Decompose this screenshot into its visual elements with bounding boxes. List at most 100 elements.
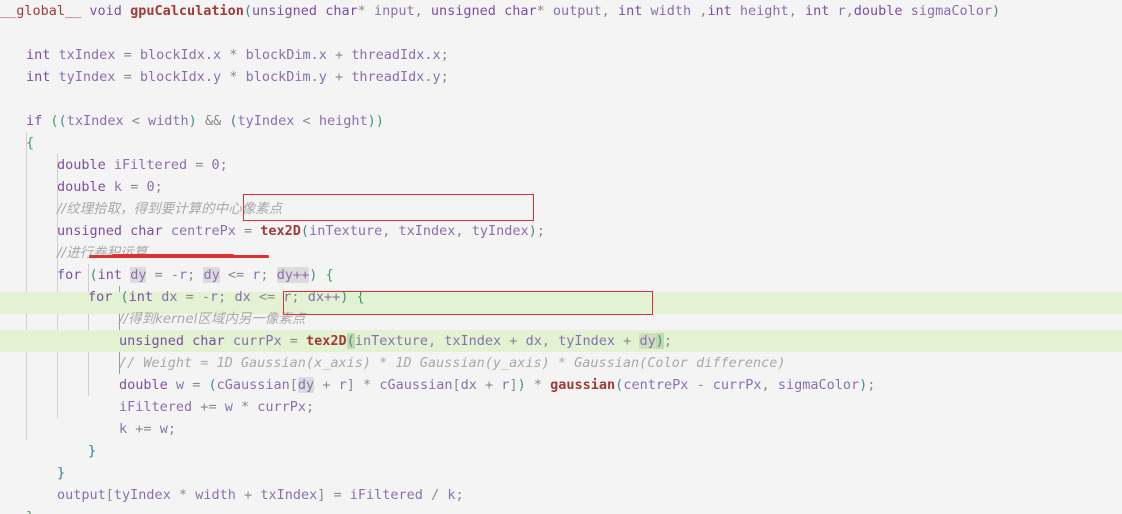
token-bracket-1-close: ] — [346, 377, 355, 393]
token-bracket-1-open: [ — [289, 377, 298, 393]
token-mul: * — [229, 47, 238, 63]
token-tyindex-arg: tyIndex — [471, 223, 529, 239]
code-line-15[interactable]: //得到kernel区域内另一像素点 — [0, 308, 1122, 330]
token-cgaussian-2: cGaussian — [379, 377, 453, 393]
token-unsigned-curr: unsigned — [119, 333, 185, 349]
token-char-2: char — [504, 3, 537, 19]
token-txindex-arg: txIndex — [398, 223, 456, 239]
token-paren-tex2d-open: ( — [300, 223, 310, 239]
token-blockidx-y: blockIdx.y — [139, 69, 222, 85]
code-line-20[interactable]: k += w; — [0, 418, 1122, 440]
code-line-13[interactable]: for (int dy = -r; dy <= r; dy++) { — [0, 264, 1122, 286]
token-width-out: width — [195, 487, 236, 503]
token-semi-5: ; — [536, 223, 545, 239]
code-line-2[interactable] — [0, 22, 1122, 44]
token-param-height: height — [739, 3, 789, 19]
token-param-width: width — [650, 3, 692, 19]
token-height-cmp: height — [318, 113, 368, 129]
token-assign-9: = — [192, 377, 201, 393]
code-line-18[interactable]: double w = (cGaussian[dy + r] * cGaussia… — [0, 374, 1122, 396]
code-line-17[interactable]: // Weight = 1D Gaussian(x_axis) * 1D Gau… — [0, 352, 1122, 374]
token-plus-5: + — [322, 377, 331, 393]
code-line-9[interactable]: double k = 0; — [0, 176, 1122, 198]
token-paren-if-open: ( — [50, 113, 59, 129]
token-dx-decl: dx — [161, 289, 178, 305]
token-w-acc-2: w — [159, 421, 168, 437]
code-line-24[interactable]: } — [0, 506, 1122, 514]
token-plus-2: + — [334, 69, 344, 85]
token-blockdim-x: blockDim.x — [245, 47, 327, 63]
token-assign-6: = — [154, 267, 163, 283]
token-dx-cmp: dx — [234, 289, 251, 305]
code-line-12[interactable]: //进行卷积运算 — [0, 242, 1122, 264]
token-int-txindex: int — [26, 47, 51, 63]
code-editor[interactable]: __global__ void gpuCalculation(unsigned … — [0, 0, 1122, 514]
token-brace-for-inner: { — [356, 289, 365, 305]
token-assign-8: = — [289, 333, 298, 349]
token-paren-inner-open: ( — [58, 113, 67, 129]
token-paren-tex2d-close: ) — [528, 223, 537, 239]
token-dx-inc: dx++ — [307, 289, 341, 305]
token-semi-10: ; — [663, 333, 672, 349]
token-txindex-cmp: txIndex — [66, 113, 124, 129]
code-line-22[interactable]: } — [0, 462, 1122, 484]
token-txindex-arg-2: txIndex — [444, 333, 502, 349]
token-ifiltered-acc: iFiltered — [119, 399, 193, 415]
token-plus-3: + — [509, 333, 518, 349]
code-content[interactable]: __global__ void gpuCalculation(unsigned … — [0, 0, 1122, 514]
token-bracket-2-open: [ — [452, 377, 461, 393]
token-int-3: int — [804, 3, 830, 19]
token-comma-8: , — [427, 333, 437, 349]
code-line-6[interactable]: if ((txIndex < width) && (tyIndex < heig… — [0, 110, 1122, 132]
code-line-8[interactable]: double iFiltered = 0; — [0, 154, 1122, 176]
token-tyindex-decl: tyIndex — [58, 69, 116, 85]
token-double: double — [853, 3, 903, 19]
token-int-2: int — [707, 3, 732, 19]
token-char: char — [325, 3, 358, 19]
code-line-11[interactable]: unsigned char centrePx = tex2D(inTexture… — [0, 220, 1122, 242]
token-tyindex-arg-2: tyIndex — [558, 333, 616, 349]
token-dy-arg: dy — [639, 333, 656, 349]
token-brace-if-open: { — [26, 135, 35, 151]
token-mul-5: * — [240, 399, 250, 415]
token-tyindex-out: tyIndex — [113, 487, 171, 503]
token-output-arr: output — [57, 487, 106, 503]
token-threadidx-x: threadIdx.x — [351, 47, 441, 63]
token-assign-4: = — [130, 179, 139, 195]
token-semi-11: ; — [867, 377, 876, 393]
token-paren-for-inner-close: ) — [340, 289, 349, 305]
token-centrepx-arg: centrePx — [623, 377, 689, 393]
code-line-16[interactable]: unsigned char currPx = tex2D(inTexture, … — [0, 330, 1122, 352]
token-blockdim-y: blockDim.y — [245, 69, 327, 85]
code-line-19[interactable]: iFiltered += w * currPx; — [0, 396, 1122, 418]
token-semi-12: ; — [306, 399, 315, 415]
code-line-10[interactable]: //纹理拾取，得到要计算的中心像素点 — [0, 198, 1122, 220]
token-mul-4: * — [533, 377, 542, 393]
token-assign-5: = — [244, 223, 253, 239]
token-unsigned-2: unsigned — [430, 3, 496, 19]
code-line-5[interactable] — [0, 88, 1122, 110]
token-mul-3: * — [363, 377, 372, 393]
token-int-dx: int — [128, 289, 154, 305]
code-line-21[interactable]: } — [0, 440, 1122, 462]
token-if: if — [26, 113, 43, 129]
token-semi-4: ; — [154, 179, 163, 195]
comment-convolution: //进行卷积运算 — [57, 245, 148, 261]
token-comma-4: , — [788, 3, 797, 19]
token-brace-outer-close: } — [57, 465, 66, 481]
token-r-neg: r — [179, 267, 188, 283]
code-line-14[interactable]: for (int dx = -r; dx <= r; dx++) { — [0, 286, 1122, 308]
token-comma-9: , — [541, 333, 550, 349]
token-ifiltered-decl: iFiltered — [113, 157, 188, 173]
code-line-4[interactable]: int tyIndex = blockIdx.y * blockDim.y + … — [0, 66, 1122, 88]
token-zero-2: 0 — [146, 179, 155, 195]
code-line-1[interactable]: __global__ void gpuCalculation(unsigned … — [0, 0, 1122, 22]
token-mul-2: * — [229, 69, 238, 85]
token-semi-3: ; — [219, 157, 228, 173]
token-paren-w-open: ( — [208, 377, 217, 393]
code-line-3[interactable]: int txIndex = blockIdx.x * blockDim.x + … — [0, 44, 1122, 66]
code-line-7[interactable]: { — [0, 132, 1122, 154]
token-dy-idx: dy — [297, 377, 315, 393]
token-plus: + — [334, 47, 344, 63]
code-line-23[interactable]: output[tyIndex * width + txIndex] = iFil… — [0, 484, 1122, 506]
